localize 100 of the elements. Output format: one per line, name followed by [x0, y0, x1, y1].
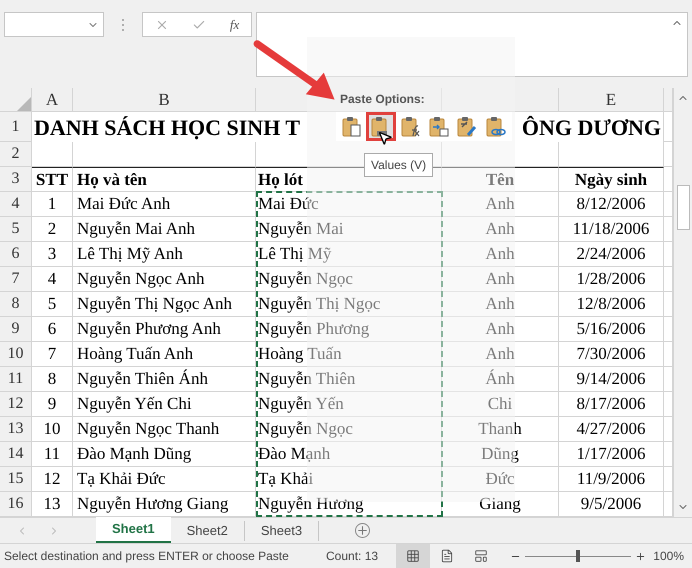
column-header[interactable]: A [32, 88, 73, 112]
table-cell: 11/9/2006 [559, 467, 664, 492]
table-cell: Anh [442, 242, 559, 267]
table-cell: Anh [442, 317, 559, 342]
row-header[interactable]: 7 [0, 267, 32, 292]
column-heading: STT [32, 167, 73, 192]
table-cell: Nguyễn Thiên Ánh [73, 367, 256, 392]
zoom-thumb[interactable] [576, 550, 580, 562]
table-cell: Nguyễn Ngọc Thanh [73, 417, 256, 442]
table-cell: Thanh [442, 417, 559, 442]
page-layout-icon [440, 549, 454, 563]
table-cell: Ánh [442, 367, 559, 392]
table-cell: Mai Đức Anh [73, 192, 256, 217]
table-cell: Nguyễn Mai [256, 217, 442, 242]
row-header[interactable]: 16 [0, 492, 32, 517]
zoom-slider[interactable] [525, 550, 631, 562]
table-cell: 1/28/2006 [559, 267, 664, 292]
table-cell: Lê Thị Mỹ [256, 242, 442, 267]
table-cell: Lê Thị Mỹ Anh [73, 242, 256, 267]
table-cell: 1 [32, 192, 73, 217]
column-header[interactable]: E [559, 88, 664, 112]
vertical-scrollbar[interactable] [673, 88, 692, 517]
table-cell: Tạ Khải Đức [73, 467, 256, 492]
table-cell: 9 [32, 392, 73, 417]
sheet-tab[interactable]: Sheet2 [170, 520, 245, 540]
table-cell: 11/18/2006 [559, 217, 664, 242]
table-cell: Chi [442, 392, 559, 417]
add-sheet-icon[interactable] [355, 523, 370, 538]
table-cell: 9/14/2006 [559, 367, 664, 392]
column-heading: Họ và tên [73, 167, 256, 192]
table-cell: 5 [32, 292, 73, 317]
selection-count: Count: 13 [326, 548, 380, 565]
table-cell: Hoàng Tuấn Anh [73, 342, 256, 367]
row-header[interactable]: 13 [0, 417, 32, 442]
table-cell: 3 [32, 242, 73, 267]
row-header[interactable]: 12 [0, 392, 32, 417]
table-cell: Nguyễn Mai Anh [73, 217, 256, 242]
clipboard-icon [427, 114, 452, 138]
title-text: DANH SÁCH HỌC SINH T [34, 114, 300, 142]
table-cell: 1/17/2006 [559, 442, 664, 467]
table-cell: Nguyễn Thị Ngọc [256, 292, 442, 317]
column-heading: Ngày sinh [559, 167, 664, 192]
sheet-tab[interactable]: Sheet1 [96, 517, 171, 543]
table-cell: Hoàng Tuấn [256, 342, 442, 367]
row-header[interactable]: 10 [0, 342, 32, 367]
scroll-thumb[interactable] [676, 185, 690, 230]
row-header[interactable]: 5 [0, 217, 32, 242]
table-cell: Anh [442, 292, 559, 317]
zoom-level: 100% [653, 548, 685, 565]
table-cell: 8 [32, 367, 73, 392]
column-header[interactable] [256, 88, 442, 112]
row-header[interactable]: 1 [0, 112, 32, 142]
table-cell: 8/17/2006 [559, 392, 664, 417]
table-cell: Nguyễn Ngọc Anh [73, 267, 256, 292]
table-cell: Dũng [442, 442, 559, 467]
table-cell: Nguyễn Yến [256, 392, 442, 417]
table-cell: Đào Mạnh [256, 442, 442, 467]
row-header[interactable]: 4 [0, 192, 32, 217]
normal-view-icon [406, 549, 420, 563]
table-cell: Nguyễn Yến Chi [73, 392, 256, 417]
row-header[interactable]: 2 [0, 142, 32, 167]
row-header[interactable]: 8 [0, 292, 32, 317]
table-cell: 10 [32, 417, 73, 442]
row-header[interactable]: 15 [0, 467, 32, 492]
title-text: ÔNG DƯƠNG [522, 114, 661, 142]
table-cell: Đức [442, 467, 559, 492]
table-cell: 2 [32, 217, 73, 242]
table-cell: Anh [442, 217, 559, 242]
table-cell: 4 [32, 267, 73, 292]
row-header[interactable]: 14 [0, 442, 32, 467]
row-header[interactable]: 6 [0, 242, 32, 267]
row-header[interactable]: 9 [0, 317, 32, 342]
table-cell: 4/27/2006 [559, 417, 664, 442]
table-cell: 2/24/2006 [559, 242, 664, 267]
table-cell: Nguyễn Phương Anh [73, 317, 256, 342]
table-cell: Nguyễn Thiên [256, 367, 442, 392]
table-cell: 12 [32, 467, 73, 492]
table-cell: Đào Mạnh Dũng [73, 442, 256, 467]
view-button[interactable] [396, 544, 430, 568]
table-cell: Anh [442, 267, 559, 292]
paste-options-label: Paste Options: [340, 91, 425, 108]
table-cell: Anh [442, 342, 559, 367]
table-cell: 5/16/2006 [559, 317, 664, 342]
table-cell: 7/30/2006 [559, 342, 664, 367]
row-header[interactable]: 11 [0, 367, 32, 392]
triangle-icon [17, 97, 31, 111]
sheet-tab[interactable]: Sheet3 [244, 520, 320, 540]
table-cell: Anh [442, 192, 559, 217]
column-heading: Tên [442, 167, 559, 192]
insert-function-button[interactable]: fx [230, 14, 240, 34]
column-header[interactable]: B [73, 88, 256, 112]
table-cell: Nguyễn Ngọc [256, 267, 442, 292]
formula-input[interactable] [256, 12, 688, 77]
table-cell: Mai Đức [256, 192, 442, 217]
grip-icon [120, 18, 126, 32]
row-header[interactable]: 3 [0, 167, 32, 192]
page-break-icon [474, 549, 488, 563]
zoom-in-icon[interactable] [635, 550, 646, 562]
table-cell: Nguyễn Ngọc [256, 417, 442, 442]
table-cell: Nguyễn Phương [256, 317, 442, 342]
